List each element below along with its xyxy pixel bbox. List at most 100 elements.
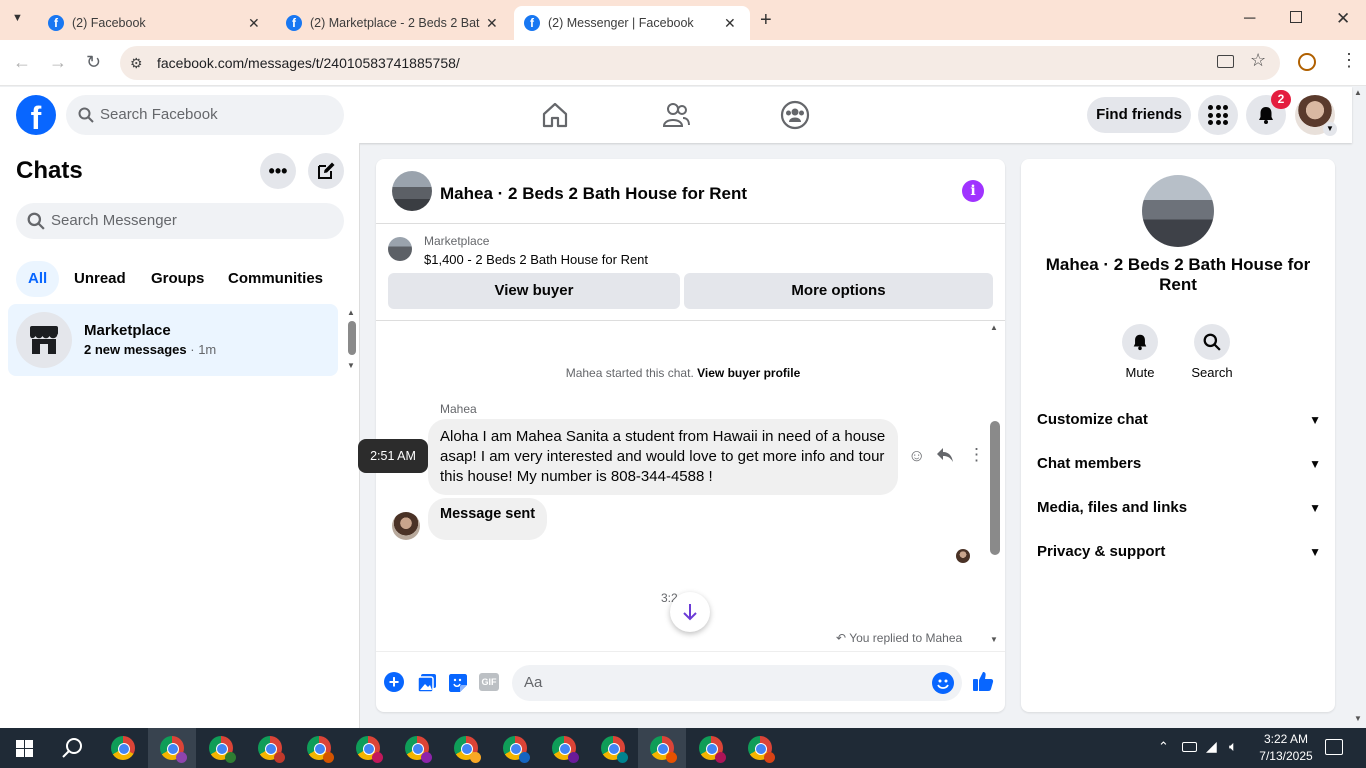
conversation-item-marketplace[interactable]: Marketplace 2 new messages · 1m [8, 304, 338, 376]
more-actions-icon[interactable]: + [384, 672, 404, 692]
chrome-profile-icon[interactable] [209, 736, 236, 763]
message-more-icon[interactable]: ⋮ [968, 445, 985, 465]
filter-all[interactable]: All [16, 261, 60, 297]
thread-avatar[interactable] [392, 171, 432, 211]
chrome-profile-icon[interactable] [307, 736, 334, 763]
preview-time: · 1m [190, 342, 217, 357]
tab-facebook[interactable]: f (2) Facebook ✕ [38, 6, 274, 40]
install-app-icon[interactable] [1217, 55, 1234, 68]
back-icon[interactable]: ← [13, 52, 31, 73]
messenger-search-input[interactable]: Search Messenger [16, 203, 344, 239]
account-chevron-icon[interactable]: ▼ [1323, 122, 1337, 136]
friends-icon[interactable] [661, 101, 691, 134]
gif-icon[interactable]: GIF [479, 673, 499, 691]
scroll-to-bottom-button[interactable] [670, 592, 710, 632]
site-settings-icon[interactable]: ⚙ [130, 46, 143, 80]
conversation-info-icon[interactable]: i [962, 180, 984, 202]
view-buyer-button[interactable]: View buyer [388, 273, 680, 309]
listing-thumbnail[interactable] [388, 237, 412, 261]
battery-icon[interactable] [1182, 742, 1197, 752]
emoji-icon[interactable] [932, 672, 954, 694]
menu-button[interactable] [1198, 95, 1238, 135]
chrome-profile-icon[interactable] [601, 736, 628, 763]
new-message-button[interactable] [308, 153, 344, 189]
url-field[interactable]: ⚙ facebook.com/messages/t/24010583741885… [120, 46, 1280, 80]
tab-messenger[interactable]: f (2) Messenger | Facebook ✕ [514, 6, 750, 40]
like-thumbs-up-icon[interactable] [972, 670, 994, 697]
browser-menu-icon[interactable]: ⋮ [1340, 50, 1358, 71]
new-tab-icon[interactable]: + [760, 9, 772, 32]
chat-options-button[interactable]: ••• [260, 153, 296, 189]
chrome-profile-icon[interactable] [503, 736, 530, 763]
wifi-icon[interactable]: ◢ [1206, 738, 1217, 755]
react-icon[interactable]: ☺ [908, 446, 925, 466]
thread-scrollbar-thumb[interactable] [990, 421, 1000, 555]
privacy-support-section[interactable]: Privacy & support ▼ [1037, 530, 1321, 574]
chat-members-section[interactable]: Chat members ▼ [1037, 442, 1321, 486]
thread-scroll-up-icon[interactable]: ▲ [990, 323, 998, 332]
close-window-icon[interactable]: ✕ [1336, 9, 1350, 29]
sender-avatar[interactable] [392, 512, 420, 540]
chrome-profile-icon[interactable] [552, 736, 579, 763]
close-tab-icon[interactable]: ✕ [248, 15, 260, 32]
view-buyer-profile-link[interactable]: View buyer profile [697, 366, 800, 380]
chrome-profile-icon[interactable] [405, 736, 432, 763]
minimize-icon[interactable]: ─ [1244, 10, 1255, 28]
clock-time[interactable]: 3:22 AM [1258, 732, 1314, 746]
attach-photo-icon[interactable] [417, 673, 437, 698]
chrome-profile-icon[interactable] [650, 736, 677, 763]
message-input[interactable]: Aa [512, 665, 962, 701]
groups-icon[interactable] [780, 100, 810, 135]
tray-chevron-up-icon[interactable]: ⌃ [1158, 739, 1169, 755]
page-scroll-down-icon[interactable]: ▼ [1354, 714, 1362, 723]
listing-title[interactable]: $1,400 - 2 Beds 2 Bath House for Rent [424, 252, 648, 267]
mute-button[interactable] [1122, 324, 1158, 360]
chrome-profile-icon[interactable] [258, 736, 285, 763]
media-files-links-section[interactable]: Media, files and links ▼ [1037, 486, 1321, 530]
arrow-down-icon [683, 604, 697, 621]
chrome-profile-icon[interactable] [356, 736, 383, 763]
chrome-profile-icon[interactable] [699, 736, 726, 763]
taskbar-search-icon[interactable] [62, 737, 84, 764]
close-tab-icon[interactable]: ✕ [486, 15, 498, 32]
customize-chat-section[interactable]: Customize chat ▼ [1037, 398, 1321, 442]
sticker-icon[interactable] [448, 673, 468, 698]
bookmark-star-icon[interactable]: ☆ [1250, 50, 1266, 71]
tab-search-chevron-icon[interactable]: ▼ [12, 12, 23, 24]
restore-icon[interactable] [1290, 11, 1302, 23]
chrome-profile-icon[interactable] [748, 736, 775, 763]
clock-date[interactable]: 7/13/2025 [1254, 749, 1318, 763]
message-sent-bubble[interactable]: Message sent [428, 498, 548, 540]
notification-count-badge: 2 [1271, 90, 1291, 109]
details-avatar[interactable] [1142, 175, 1214, 247]
volume-icon[interactable]: 🔈︎ [1229, 738, 1237, 755]
tab-marketplace[interactable]: f (2) Marketplace - 2 Beds 2 Bath ✕ [276, 6, 512, 40]
sidebar-scroll-up-icon[interactable]: ▲ [347, 308, 355, 317]
thread-scroll-down-icon[interactable]: ▼ [990, 635, 998, 644]
notification-center-icon[interactable] [1325, 739, 1343, 755]
reload-icon[interactable]: ↻ [86, 52, 101, 73]
facebook-logo-icon[interactable]: f [16, 95, 56, 136]
reply-icon[interactable] [936, 447, 954, 468]
profile-icon[interactable] [1298, 53, 1316, 71]
page-scroll-up-icon[interactable]: ▲ [1354, 88, 1362, 97]
thread-title[interactable]: Mahea · 2 Beds 2 Bath House for Rent [440, 184, 747, 204]
chrome-profile-icon[interactable] [454, 736, 481, 763]
sidebar-scrollbar-thumb[interactable] [348, 321, 356, 355]
chrome-icon[interactable] [111, 736, 135, 760]
forward-icon[interactable]: → [49, 52, 67, 73]
sidebar-scroll-down-icon[interactable]: ▼ [347, 361, 355, 370]
facebook-search-input[interactable]: Search Facebook [66, 95, 344, 135]
search-in-conversation-button[interactable] [1194, 324, 1230, 360]
filter-groups[interactable]: Groups [139, 261, 216, 297]
message-bubble[interactable]: Aloha I am Mahea Sanita a student from H… [428, 419, 898, 495]
find-friends-button[interactable]: Find friends [1087, 97, 1191, 133]
filter-unread[interactable]: Unread [62, 261, 138, 297]
more-options-button[interactable]: More options [684, 273, 993, 309]
home-icon[interactable] [541, 101, 569, 134]
chrome-profile-icon[interactable] [160, 736, 187, 763]
close-tab-icon[interactable]: ✕ [724, 15, 736, 32]
windows-start-icon[interactable] [16, 740, 33, 757]
filter-communities[interactable]: Communities [216, 261, 335, 297]
started-text: Mahea started this chat. [565, 366, 694, 380]
